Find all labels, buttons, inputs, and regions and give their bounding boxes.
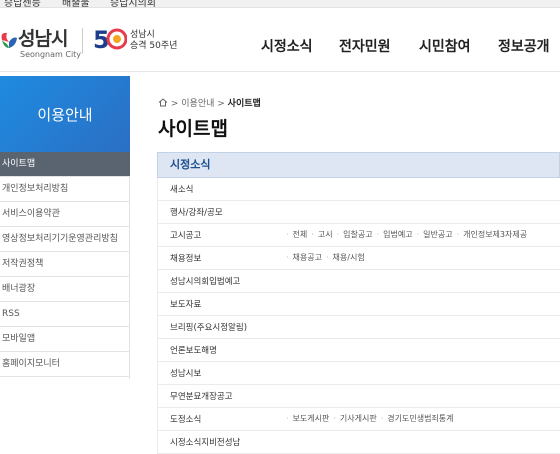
sitemap-row: 브리핑(주요시정알림) bbox=[157, 316, 560, 339]
gnav-item[interactable]: 정보공개 bbox=[498, 36, 550, 56]
sitemap-row-label[interactable]: 도정소식 bbox=[170, 413, 201, 425]
lnb-title: 이용안내 bbox=[0, 76, 130, 152]
anniversary-text: 성남시 승격 50주년 bbox=[130, 30, 178, 51]
sitemap-sublink[interactable]: 입법예고 bbox=[383, 230, 412, 239]
sitemap-row-label[interactable]: 브리핑(주요시정알림) bbox=[170, 321, 247, 333]
bullet-separator: · bbox=[333, 414, 336, 423]
sitemap-row-label[interactable]: 성남시보 bbox=[170, 367, 201, 379]
sitemap-row-links: · 전체 · 고시 · 입찰공고 · 입법예고 · 일반공고 · 개인정보제3자제공 bbox=[282, 229, 527, 240]
breadcrumb-item[interactable]: 이용안내 bbox=[181, 99, 214, 109]
sitemap-row: 시정소식지비전성남 bbox=[157, 431, 560, 454]
logo-english: Seongnam City bbox=[20, 50, 82, 59]
gnav-item[interactable]: 전자민원 bbox=[339, 36, 391, 56]
50th-anniversary-emblem-icon: 5 bbox=[93, 26, 127, 54]
sitemap-sublink[interactable]: 경기도민생범죄통계 bbox=[387, 414, 453, 423]
sitemap-row: 보도자료 bbox=[157, 293, 560, 316]
sitemap-row-links: · 보도게시판 · 기사게시판 · 경기도민생범죄통계 bbox=[282, 413, 454, 424]
sitemap-sublink[interactable]: 고시 bbox=[318, 230, 333, 239]
breadcrumb: > 이용안내 > 사이트맵 bbox=[158, 96, 261, 109]
gnav-item[interactable]: 시민참여 bbox=[419, 36, 471, 56]
lnb-item-banner[interactable]: 배너광장 bbox=[0, 277, 130, 302]
bullet-separator: · bbox=[376, 230, 380, 239]
bullet-separator: · bbox=[380, 414, 384, 423]
bullet-separator: · bbox=[456, 230, 460, 239]
sitemap-row: 성남시보 bbox=[157, 362, 560, 385]
sitemap-row-label[interactable]: 채용정보 bbox=[170, 252, 201, 264]
utility-link[interactable]: 승답센등 bbox=[4, 0, 41, 7]
lnb-item-monitor[interactable]: 홈페이지모니터 bbox=[0, 352, 130, 377]
utility-link[interactable]: 승답지의회 bbox=[110, 0, 156, 7]
sitemap-row-label[interactable]: 새소식 bbox=[170, 183, 193, 195]
sitemap-row: 도정소식 · 보도게시판 · 기사게시판 · 경기도민생범죄통계 bbox=[157, 408, 560, 431]
sitemap-sublink[interactable]: 입찰공고 bbox=[343, 230, 372, 239]
sitemap-row: 행사/강좌/공모 bbox=[157, 201, 560, 224]
breadcrumb-current: 사이트맵 bbox=[227, 99, 261, 109]
sitemap-row-label[interactable]: 행사/강좌/공모 bbox=[170, 206, 223, 218]
sitemap-row-links: · 채용공고 · 채용/시험 bbox=[282, 252, 365, 263]
sitemap-sublink[interactable]: 개인정보제3자제공 bbox=[463, 230, 527, 239]
sitemap-row: 새소식 bbox=[157, 178, 560, 201]
sitemap-sublink[interactable]: 채용/시험 bbox=[333, 253, 365, 262]
lnb-item-terms[interactable]: 서비스이용약관 bbox=[0, 202, 130, 227]
lnb-item-mobile-app[interactable]: 모바일앱 bbox=[0, 327, 130, 352]
bullet-separator: · bbox=[286, 230, 289, 239]
sitemap-sublink[interactable]: 기사게시판 bbox=[340, 414, 377, 423]
lnb-item-copyright[interactable]: 저작권정책 bbox=[0, 252, 130, 277]
lnb-item-rss[interactable]: RSS bbox=[0, 302, 130, 327]
sitemap-row-label[interactable]: 언론보도해명 bbox=[170, 344, 217, 356]
sitemap-sublink[interactable]: 보도게시판 bbox=[293, 414, 330, 423]
sitemap-row-label[interactable]: 무연분묘개장공고 bbox=[170, 390, 233, 402]
sitemap-row-label[interactable]: 보도자료 bbox=[170, 298, 201, 310]
bullet-separator: · bbox=[336, 230, 340, 239]
sitemap-row: 채용정보 · 채용공고 · 채용/시험 bbox=[157, 247, 560, 270]
lnb-item-privacy[interactable]: 개인정보처리방침 bbox=[0, 177, 130, 202]
section-header[interactable]: 시정소식 bbox=[157, 152, 560, 178]
utility-link[interactable]: 배출물 bbox=[62, 0, 90, 7]
bullet-separator: · bbox=[416, 230, 420, 239]
sitemap-row-label[interactable]: 성남시의회입법예고 bbox=[170, 275, 240, 287]
bullet-separator: · bbox=[326, 253, 329, 262]
site-header: 성남시 Seongnam City 5 성남시 승격 50주년 시정소식 전자민… bbox=[0, 8, 560, 72]
bullet-separator: · bbox=[286, 253, 289, 262]
sitemap-row: 성남시의회입법예고 bbox=[157, 270, 560, 293]
utility-bar: 승답센등 배출물 승답지의회 bbox=[0, 0, 560, 8]
lnb-item-cctv-policy[interactable]: 영상정보처리기기운영관리방침 bbox=[0, 227, 130, 252]
sitemap-sublink[interactable]: 채용공고 bbox=[293, 253, 322, 262]
sitemap-row-label[interactable]: 고시공고 bbox=[170, 229, 201, 241]
sitemap-row: 무연분묘개장공고 bbox=[157, 385, 560, 408]
sitemap-row: 언론보도해명 bbox=[157, 339, 560, 362]
lnb-item-sitemap[interactable]: 사이트맵 bbox=[0, 152, 130, 177]
sitemap-row: 고시공고 · 전체 · 고시 · 입찰공고 · 입법예고 · 일반공고 · 개인정보제3자제공 bbox=[157, 224, 560, 247]
home-icon[interactable] bbox=[158, 98, 168, 107]
seongnam-logo-icon[interactable] bbox=[0, 28, 18, 52]
logo-divider bbox=[82, 28, 83, 54]
sitemap-sublink[interactable]: 일반공고 bbox=[423, 230, 452, 239]
logo-name[interactable]: 성남시 bbox=[18, 24, 68, 51]
page-title: 사이트맵 bbox=[158, 118, 228, 140]
sitemap-row-label[interactable]: 시정소식지비전성남 bbox=[170, 436, 240, 448]
gnav-item[interactable]: 시정소식 bbox=[261, 36, 313, 56]
bullet-separator: · bbox=[286, 414, 289, 423]
sitemap-sublink[interactable]: 전체 bbox=[293, 230, 308, 239]
bullet-separator: · bbox=[311, 230, 314, 239]
